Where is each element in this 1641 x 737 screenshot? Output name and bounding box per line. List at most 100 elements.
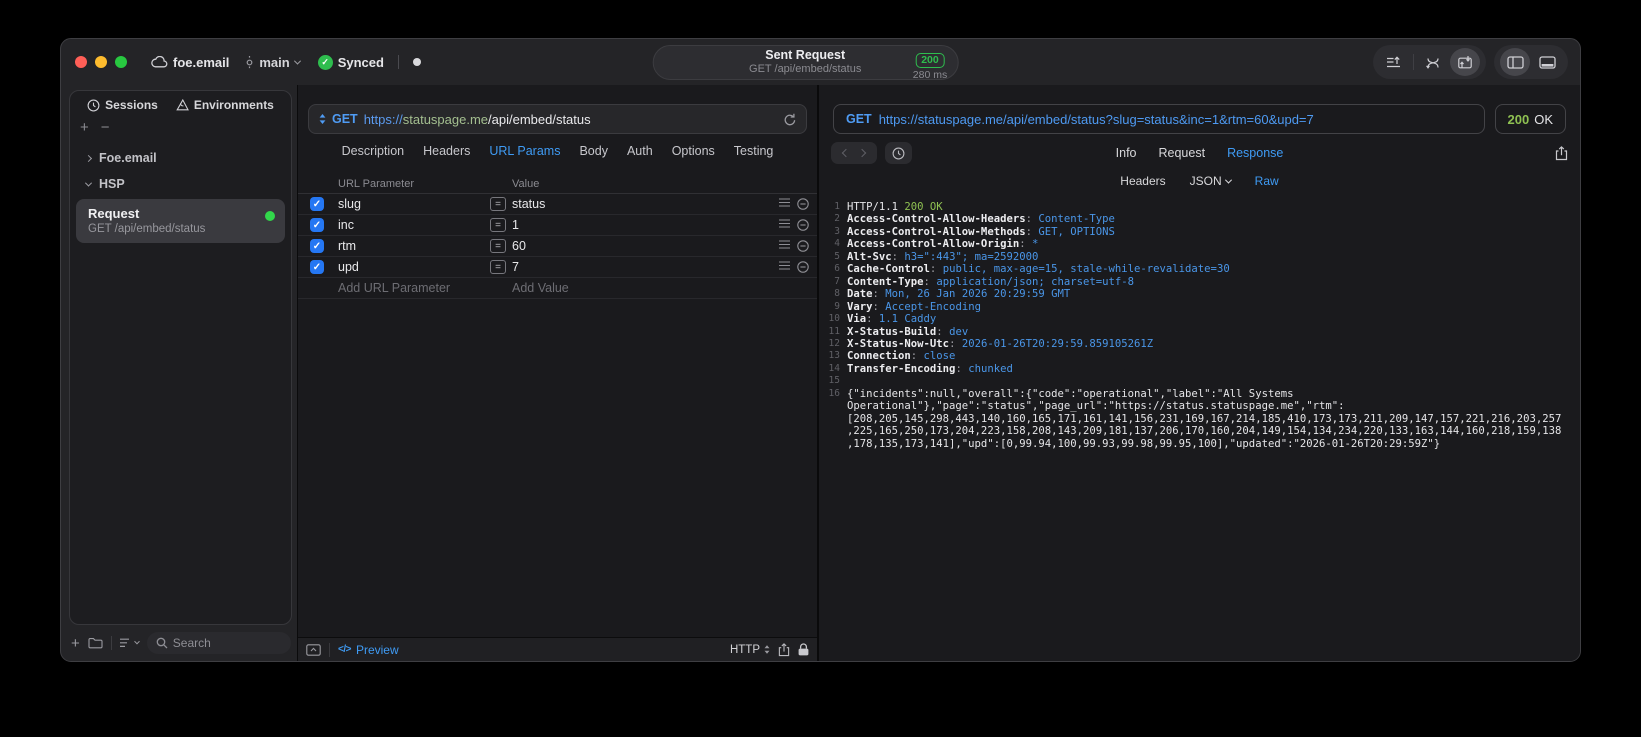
transfer-button[interactable] [1450,48,1480,76]
remove-session-button[interactable]: − [101,120,110,135]
merge-button[interactable] [1418,48,1448,76]
project-menu[interactable]: foe.email [151,55,229,70]
reorder-icon[interactable] [779,240,790,252]
request-tab-headers[interactable]: Headers [423,144,470,158]
response-body[interactable]: 1 HTTP/1.1 200 OK 2 Access-Control-Allow-He… [819,201,1580,661]
history-button[interactable] [885,142,912,164]
response-tab-response[interactable]: Response [1227,146,1283,160]
sync-status[interactable]: ✓ Synced [317,54,384,70]
add-request-button[interactable]: + [71,635,80,652]
branch-selector[interactable]: main [245,55,301,70]
remove-param-icon[interactable] [797,219,809,231]
forward-icon[interactable] [857,148,867,158]
request-tab-description[interactable]: Description [342,144,405,158]
sidebar-search[interactable] [146,632,291,654]
param-row-actions [775,240,817,252]
response-subtab-headers-label: Headers [1120,174,1166,188]
close-window-button[interactable] [75,56,87,68]
param-value[interactable]: 1 [512,218,519,232]
param-name[interactable]: slug [338,197,490,211]
add-param-name-placeholder[interactable]: Add URL Parameter [338,281,490,295]
branch-icon [245,55,254,70]
toggle-bottom-panel-button[interactable] [1532,48,1562,76]
param-value-cell[interactable]: = 7 [490,260,775,274]
tab-sessions[interactable]: Sessions [87,98,158,112]
request-tab-body-label: Body [579,144,608,158]
response-url: https://statuspage.me/api/embed/status?s… [878,111,1314,127]
sent-request-summary[interactable]: Sent Request GET /api/embed/status 200 2… [652,45,959,81]
response-subtab-json[interactable]: JSON [1190,174,1232,188]
line-number: 6 [834,263,840,275]
protocol-label: HTTP [729,643,760,656]
line-number: 12 [828,337,840,349]
param-checkbox[interactable]: ✓ [310,218,324,232]
param-name[interactable]: rtm [338,239,490,253]
param-value[interactable]: 7 [512,260,519,274]
reorder-icon[interactable] [779,219,790,231]
tab-environments-label: Environments [193,98,274,112]
equals-icon: = [490,197,506,211]
param-value-cell[interactable]: = 1 [490,218,775,232]
minimize-window-button[interactable] [95,56,107,68]
search-input[interactable] [172,636,282,650]
add-param-value-placeholder[interactable]: Add Value [512,281,775,295]
line-content: Access-Control-Allow-Methods: GET, OPTIO… [847,225,1115,238]
request-footer: </> Preview HTTP [298,637,817,661]
param-checkbox[interactable]: ✓ [310,260,324,274]
remove-param-icon[interactable] [797,198,809,210]
remove-param-icon[interactable] [797,261,809,273]
request-tab-url-params[interactable]: URL Params [489,144,560,158]
response-tab-request[interactable]: Request [1159,146,1206,160]
request-tab-auth[interactable]: Auth [627,144,653,158]
tab-sessions-label: Sessions [105,98,158,112]
reorder-icon[interactable] [779,198,790,210]
request-list-item-selected[interactable]: Request GET /api/embed/status [76,199,285,243]
lock-icon[interactable] [798,643,809,656]
send-reload-icon[interactable] [784,113,796,126]
param-value-cell[interactable]: = status [490,197,775,211]
protocol-selector[interactable]: HTTP [730,644,770,656]
request-method[interactable]: GET [332,112,358,126]
add-param-row[interactable]: Add URL Parameter Add Value [298,278,817,299]
zoom-window-button[interactable] [115,56,127,68]
response-line: 12 X-Status-Now-Utc: 2026-01-26T20:29:59.… [819,338,1580,350]
reorder-icon[interactable] [779,261,790,273]
response-subtab-headers[interactable]: Headers [1120,174,1165,188]
tree-group-hsp[interactable]: HSP [70,171,291,197]
tab-environments[interactable]: Environments [176,98,274,112]
request-tab-options[interactable]: Options [672,144,715,158]
response-panel: GET https://statuspage.me/api/embed/stat… [817,85,1580,661]
line-content: Alt-Svc: h3=":443"; ma=2592000 [847,250,1039,263]
tree-group-foe-email[interactable]: Foe.email [70,145,291,171]
console-toggle-button[interactable] [306,643,321,656]
param-name[interactable]: inc [338,218,490,232]
toggle-left-panel-button[interactable] [1500,48,1530,76]
param-value[interactable]: status [512,197,545,211]
param-value[interactable]: 60 [512,239,526,253]
request-item-subtitle: GET /api/embed/status [88,223,206,235]
param-checkbox[interactable]: ✓ [310,197,324,211]
share-button[interactable] [778,642,790,657]
param-checkbox[interactable]: ✓ [310,239,324,253]
response-subtabs: Headers JSON Raw [819,168,1580,194]
response-tab-info[interactable]: Info [1116,146,1137,160]
response-tab-request-label: Request [1158,146,1206,160]
export-response-button[interactable] [1555,145,1568,161]
remove-param-icon[interactable] [797,240,809,252]
response-line: 2 Access-Control-Allow-Headers: Content-T… [819,213,1580,225]
add-session-button[interactable]: + [80,120,89,135]
merge-arrows-icon [1425,56,1441,69]
sort-list-button[interactable] [119,638,140,648]
param-name[interactable]: upd [338,260,490,274]
new-folder-button[interactable] [88,637,103,649]
back-icon[interactable] [841,148,851,158]
response-url-box[interactable]: GET https://statuspage.me/api/embed/stat… [833,104,1485,134]
response-subtab-raw[interactable]: Raw [1255,174,1279,188]
request-url[interactable]: https://statuspage.me/api/embed/status [364,112,778,127]
param-value-cell[interactable]: = 60 [490,239,775,253]
export-lines-button[interactable] [1379,48,1409,76]
request-tab-body[interactable]: Body [579,144,608,158]
request-tab-testing[interactable]: Testing [734,144,774,158]
preview-button[interactable]: </> Preview [338,643,399,657]
request-url-bar[interactable]: GET https://statuspage.me/api/embed/stat… [308,104,807,134]
